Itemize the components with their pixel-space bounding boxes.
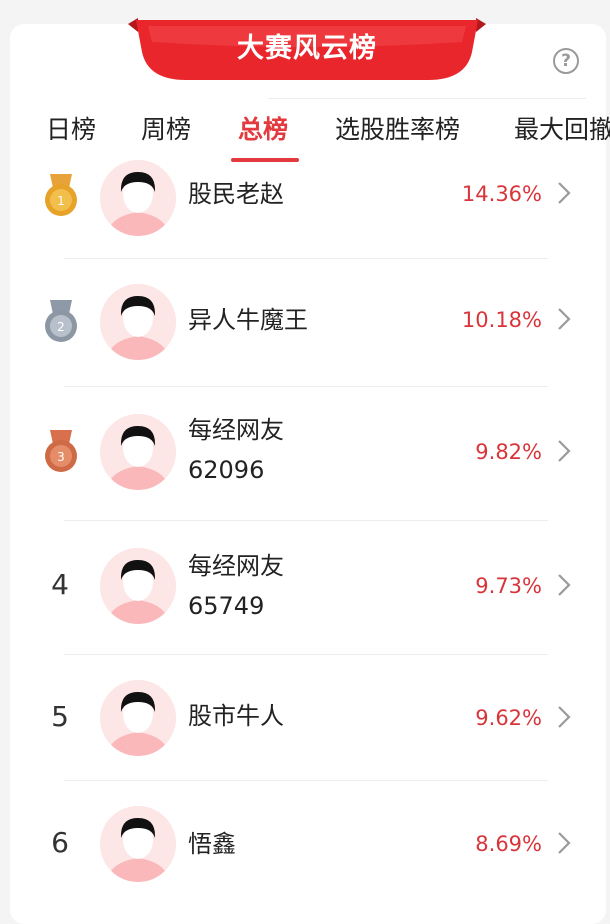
- ranking-row[interactable]: 2 异人牛魔王 10.18%: [0, 284, 610, 386]
- avatar: [100, 414, 176, 490]
- chevron-right-icon: [558, 706, 571, 728]
- ranking-row[interactable]: 1 股民老赵 14.36%: [0, 160, 610, 258]
- default-avatar-icon: [100, 160, 176, 236]
- chevron-right-icon: [558, 308, 571, 330]
- user-name-suffix: 62096: [188, 456, 265, 484]
- user-name: 股市牛人: [188, 702, 284, 730]
- user-name-suffix: 65749: [188, 592, 265, 620]
- row-divider: [64, 654, 548, 655]
- row-divider: [64, 520, 548, 521]
- chevron-right-icon: [558, 574, 571, 596]
- return-rate: 9.62%: [475, 706, 542, 730]
- silver-medal-icon: 2: [45, 300, 77, 342]
- avatar: [100, 680, 176, 756]
- ranking-row[interactable]: 5 股市牛人 9.62%: [0, 680, 610, 780]
- return-rate: 8.69%: [475, 832, 542, 856]
- question-icon: ?: [561, 51, 571, 71]
- return-rate: 9.73%: [475, 574, 542, 598]
- title-banner: 大赛风云榜: [128, 18, 486, 82]
- svg-text:2: 2: [57, 320, 65, 334]
- default-avatar-icon: [100, 680, 176, 756]
- tab-stock-win-rate[interactable]: 选股胜率榜: [335, 110, 460, 146]
- chevron-right-icon: [558, 440, 571, 462]
- avatar: [100, 284, 176, 360]
- return-rate: 10.18%: [461, 308, 542, 332]
- row-divider: [64, 258, 548, 259]
- ranking-row[interactable]: 4 每经网友 65749 9.73%: [0, 548, 610, 654]
- svg-text:3: 3: [57, 450, 65, 464]
- default-avatar-icon: [100, 284, 176, 360]
- ranking-row[interactable]: 3 每经网友 62096 9.82%: [0, 414, 610, 520]
- user-name: 股民老赵: [188, 180, 284, 208]
- page-title: 大赛风云榜: [237, 32, 377, 64]
- rank-number: 5: [51, 700, 69, 733]
- tab-daily[interactable]: 日榜: [46, 110, 96, 146]
- bronze-medal-icon: 3: [45, 430, 77, 472]
- tab-overall[interactable]: 总榜: [238, 110, 288, 146]
- user-name: 异人牛魔王: [188, 306, 308, 334]
- chevron-right-icon: [558, 832, 571, 854]
- help-button[interactable]: ?: [553, 48, 579, 74]
- row-divider: [64, 780, 548, 781]
- avatar: [100, 548, 176, 624]
- default-avatar-icon: [100, 548, 176, 624]
- tab-max-drawdown[interactable]: 最大回撤: [514, 110, 610, 146]
- avatar: [100, 806, 176, 882]
- gold-medal-icon: 1: [45, 174, 77, 216]
- avatar: [100, 160, 176, 236]
- tab-weekly[interactable]: 周榜: [141, 110, 191, 146]
- rank-number: 4: [51, 568, 69, 601]
- user-name: 悟鑫: [188, 830, 236, 858]
- rank-number: 6: [51, 826, 69, 859]
- return-rate: 14.36%: [461, 182, 542, 206]
- default-avatar-icon: [100, 806, 176, 882]
- return-rate: 9.82%: [475, 440, 542, 464]
- svg-text:1: 1: [57, 194, 65, 208]
- tab-bar: 日榜 周榜 总榜 选股胜率榜 最大回撤: [0, 100, 610, 162]
- ranking-row[interactable]: 6 悟鑫 8.69%: [0, 806, 610, 896]
- user-name: 每经网友: [188, 552, 284, 580]
- row-divider: [64, 386, 548, 387]
- header-divider: [268, 98, 586, 99]
- user-name: 每经网友: [188, 416, 284, 444]
- chevron-right-icon: [558, 182, 571, 204]
- default-avatar-icon: [100, 414, 176, 490]
